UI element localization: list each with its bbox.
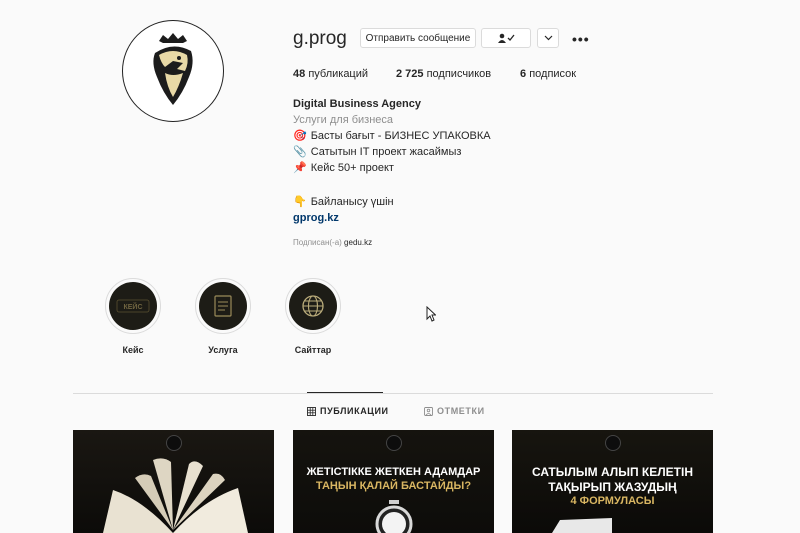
target-emoji-icon: 🎯 <box>293 130 307 142</box>
active-tab-indicator <box>307 392 383 393</box>
grid-icon <box>307 406 316 416</box>
highlight-label: Сайттар <box>294 345 332 355</box>
more-options-button[interactable]: ••• <box>572 31 590 47</box>
bio-contact: 👇 Байланысу үшін <box>293 196 394 208</box>
svg-text:КЕЙС: КЕЙС <box>123 302 142 311</box>
post-logo-icon <box>386 435 402 451</box>
send-message-button[interactable]: Отправить сообщение <box>360 28 476 48</box>
highlight-label: Кейс <box>122 345 144 355</box>
paperclip-emoji-icon: 📎 <box>293 146 307 158</box>
post-thumbnail[interactable]: ЖЕТІСТІККЕ ЖЕТКЕН АДАМДАР ТАҢЫН ҚАЛАЙ БА… <box>293 430 494 533</box>
followed-by-user-link[interactable]: gedu.kz <box>344 238 372 247</box>
globe-icon <box>302 295 324 317</box>
alarm-clock-icon <box>375 500 413 533</box>
open-book-icon <box>103 458 248 533</box>
more-horizontal-icon: ••• <box>572 31 590 47</box>
suggestions-dropdown-button[interactable] <box>537 28 559 48</box>
tabs-divider <box>73 393 713 394</box>
bio-lines: 🎯 Басты бағыт - БИЗНЕС УПАКОВКА 📎 Сатытын … <box>293 128 491 176</box>
bio-website-link[interactable]: gprog.kz <box>293 210 339 226</box>
paper-icon <box>552 518 612 533</box>
post-thumbnail[interactable]: САТЫЛЫМ АЛЫП КЕЛЕТІН ТАҚЫРЫП ЖАЗУДЫҢ 4 Ф… <box>512 430 713 533</box>
post-thumbnail[interactable] <box>73 430 274 533</box>
highlight-service[interactable]: Услуга <box>195 278 251 355</box>
pointing-down-emoji-icon: 👇 <box>293 196 307 208</box>
highlight-sites[interactable]: Сайттар <box>285 278 341 355</box>
chevron-down-icon <box>544 35 552 41</box>
highlight-keys[interactable]: КЕЙС Кейс <box>105 278 161 355</box>
bio-title: Digital Business Agency <box>293 98 421 110</box>
keys-text-icon: КЕЙС <box>116 299 150 313</box>
followed-by-text: Подписан(-а) gedu.kz <box>293 238 373 247</box>
highlight-label: Услуга <box>208 345 238 355</box>
bio-line: 📌 Кейс 50+ проект <box>293 162 394 174</box>
bio-line: 📎 Сатытын IT проект жасаймыз <box>293 146 462 158</box>
post-logo-icon <box>605 435 621 451</box>
mouse-cursor-icon <box>426 306 436 322</box>
profile-avatar[interactable] <box>122 20 224 122</box>
document-icon <box>214 295 232 317</box>
followers-count-stat[interactable]: 2 725 подписчиков <box>396 68 491 80</box>
tab-tagged[interactable]: ОТМЕТКИ <box>424 406 485 416</box>
posts-count-stat: 48 публикаций <box>293 68 369 80</box>
bio-category: Услуги для бизнеса <box>293 114 394 126</box>
profile-username: g.prog <box>293 28 347 49</box>
following-count-stat[interactable]: 6 подписок <box>520 68 576 80</box>
eagle-logo-icon <box>153 33 193 105</box>
tab-publications[interactable]: ПУБЛИКАЦИИ <box>307 406 389 416</box>
bio-line: 🎯 Басты бағыт - БИЗНЕС УПАКОВКА <box>293 130 491 142</box>
following-button[interactable] <box>481 28 531 48</box>
pin-emoji-icon: 📌 <box>293 162 307 174</box>
tag-person-icon <box>424 406 433 416</box>
person-check-icon <box>498 33 515 43</box>
